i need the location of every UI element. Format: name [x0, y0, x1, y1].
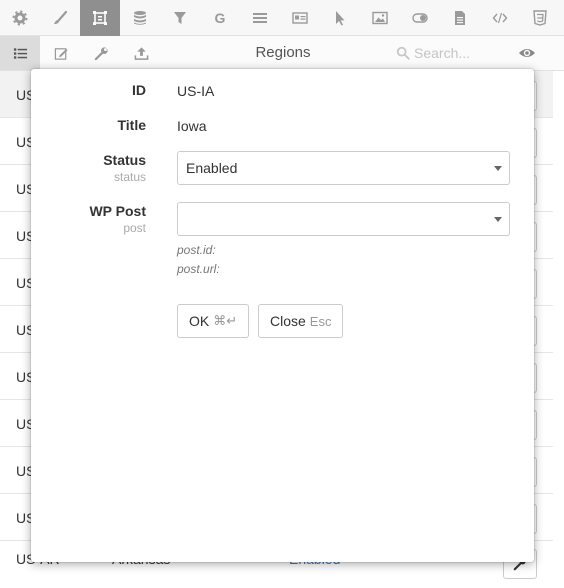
id-label: ID [132, 82, 146, 98]
ok-button-label: OK [189, 313, 210, 329]
search-icon [396, 46, 410, 60]
toggle-icon[interactable] [400, 0, 440, 36]
document-icon[interactable] [440, 0, 480, 36]
chevron-down-icon [494, 217, 502, 222]
title-label: Title [117, 117, 146, 133]
code-icon[interactable] [480, 0, 520, 36]
wp-post-label: WP Post [89, 203, 146, 219]
status-sublabel: status [113, 170, 146, 184]
status-select-value: Enabled [186, 160, 238, 176]
id-value: US-IA [177, 83, 215, 99]
title-value: Iowa [177, 118, 207, 134]
search-input[interactable] [414, 42, 506, 64]
close-button[interactable]: Close Esc [258, 304, 344, 338]
region-icon[interactable] [80, 0, 120, 36]
eye-icon[interactable] [518, 45, 536, 61]
chevron-down-icon [494, 166, 502, 171]
svg-text:G: G [215, 10, 226, 26]
upload-icon[interactable] [121, 36, 161, 70]
page-title: Regions [255, 44, 311, 61]
close-button-label: Close [270, 313, 306, 329]
main-toolbar: G [0, 0, 564, 36]
list-icon[interactable] [240, 0, 280, 36]
close-shortcut: Esc [309, 313, 332, 329]
g-icon[interactable]: G [200, 0, 240, 36]
gear-icon[interactable] [0, 0, 40, 36]
status-label: Status [103, 152, 146, 168]
wp-post-select[interactable] [177, 202, 510, 236]
card-icon[interactable] [280, 0, 320, 36]
post-url-note: post.url: [177, 262, 220, 276]
list-view-icon[interactable] [0, 36, 40, 70]
css-icon[interactable] [520, 0, 560, 36]
database-icon[interactable] [120, 0, 160, 36]
filter-icon[interactable] [160, 0, 200, 36]
edit-icon[interactable] [41, 36, 81, 70]
image-icon[interactable] [360, 0, 400, 36]
regions-subbar: Regions [0, 36, 564, 71]
pointer-icon[interactable] [320, 0, 360, 36]
wrench-icon[interactable] [81, 36, 121, 70]
ok-button[interactable]: OK ⌘↵ [177, 304, 250, 338]
post-id-note: post.id: [177, 243, 216, 257]
wp-post-sublabel: post [123, 221, 146, 235]
ok-shortcut: ⌘↵ [213, 313, 238, 328]
status-select[interactable]: Enabled [177, 151, 510, 185]
brush-icon[interactable] [40, 0, 80, 36]
edit-region-dialog: ID US-IA Title Iowa Status status Enable… [31, 69, 534, 562]
